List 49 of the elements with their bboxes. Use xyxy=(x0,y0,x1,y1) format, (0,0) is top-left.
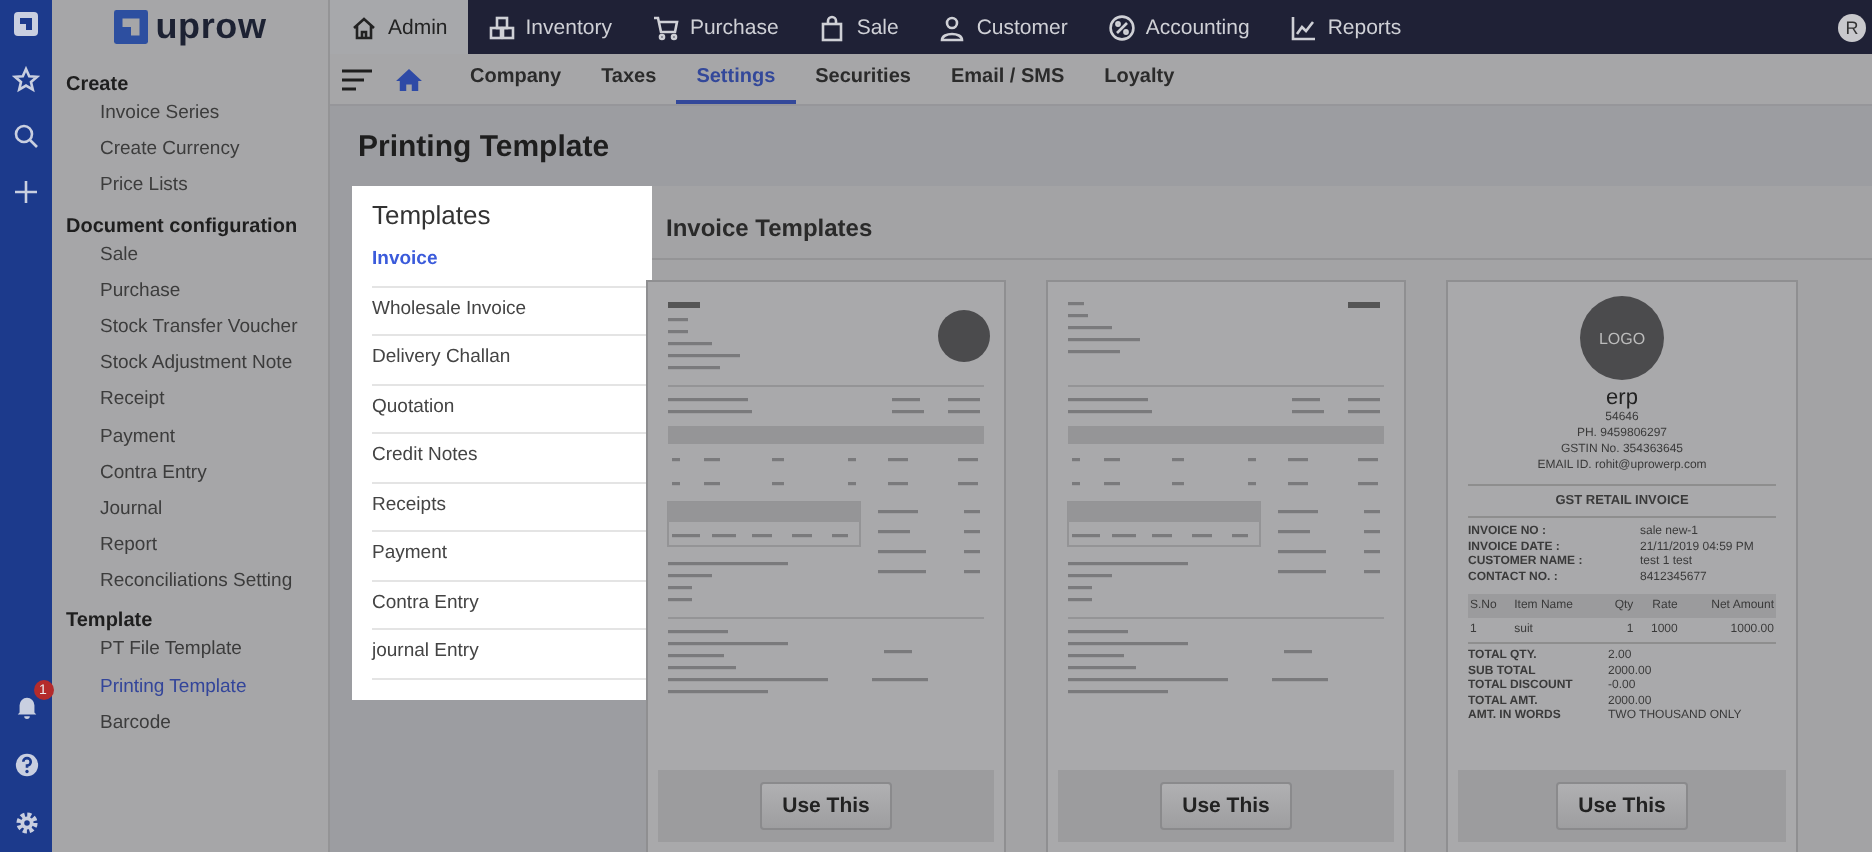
logo-label: LOGO xyxy=(1598,329,1646,347)
tab-label: Accounting xyxy=(1145,15,1250,39)
use-template-button[interactable]: Use This xyxy=(1556,782,1688,830)
sidebar-item[interactable]: Price Lists xyxy=(52,168,328,206)
sidebar-item[interactable]: Stock Adjustment Note xyxy=(52,346,328,383)
use-template-button[interactable]: Use This xyxy=(760,782,892,830)
top-nav-tab[interactable]: Inventory xyxy=(467,0,632,54)
user-avatar[interactable]: R xyxy=(1838,13,1866,41)
sidebar-item[interactable]: Report xyxy=(52,528,328,565)
sidebar-item[interactable]: Barcode xyxy=(52,705,328,742)
tab-label: Purchase xyxy=(689,15,779,39)
tab-label: Customer xyxy=(976,15,1068,39)
sub-nav-tab[interactable]: Taxes xyxy=(581,54,677,104)
top-nav-tab[interactable]: Admin xyxy=(330,0,468,54)
logo-text: uprow xyxy=(155,6,267,48)
sub-nav-tab[interactable]: Company xyxy=(450,54,582,104)
sidebar-section-title: Create xyxy=(64,72,131,96)
sidebar-item[interactable]: Journal xyxy=(52,491,328,529)
tab-label: Sale xyxy=(856,15,899,39)
sidebar-section-title: Document configuration xyxy=(64,213,300,238)
company-name: erp xyxy=(1606,386,1638,410)
top-nav-tab[interactable]: Sale xyxy=(798,0,919,54)
sidebar-item[interactable]: Purchase xyxy=(52,273,328,310)
sidebar-item[interactable]: Contra Entry xyxy=(52,455,328,492)
sub-nav-tab[interactable]: Email / SMS xyxy=(930,54,1085,104)
sidebar-item[interactable]: Create Currency xyxy=(52,132,328,169)
section-title: Invoice Templates xyxy=(652,186,1872,260)
sidebar-item[interactable]: Receipt xyxy=(52,382,328,419)
tab-label: Inventory xyxy=(525,15,612,39)
sidebar-item[interactable]: Printing Template xyxy=(52,669,328,706)
sidebar-item[interactable]: Payment xyxy=(52,419,328,456)
page-title: Printing Template xyxy=(356,128,612,168)
top-nav-tab[interactable]: Accounting xyxy=(1087,0,1270,54)
panel-title: Templates xyxy=(372,198,493,234)
use-template-button[interactable]: Use This xyxy=(1160,782,1292,830)
sidebar-item[interactable]: Sale xyxy=(52,237,328,274)
sidebar-section-title: Template xyxy=(64,608,155,633)
tab-label: Admin xyxy=(388,15,448,39)
top-nav-tab[interactable]: Purchase xyxy=(631,0,799,54)
top-nav-tab[interactable]: Customer xyxy=(918,0,1088,54)
sub-nav-tab[interactable]: Settings xyxy=(676,54,796,104)
sub-nav-tab[interactable]: Securities xyxy=(795,54,931,104)
sub-nav-tab[interactable]: Loyalty xyxy=(1084,54,1195,104)
sidebar-item[interactable]: Reconciliations Setting xyxy=(52,564,328,601)
sidebar-item[interactable]: Invoice Series xyxy=(52,96,328,133)
top-nav-tab[interactable]: Reports xyxy=(1269,0,1422,54)
sidebar-item[interactable]: PT File Template xyxy=(52,632,328,670)
tab-label: Reports xyxy=(1327,15,1402,39)
sidebar-item[interactable]: Stock Transfer Voucher xyxy=(52,309,328,347)
